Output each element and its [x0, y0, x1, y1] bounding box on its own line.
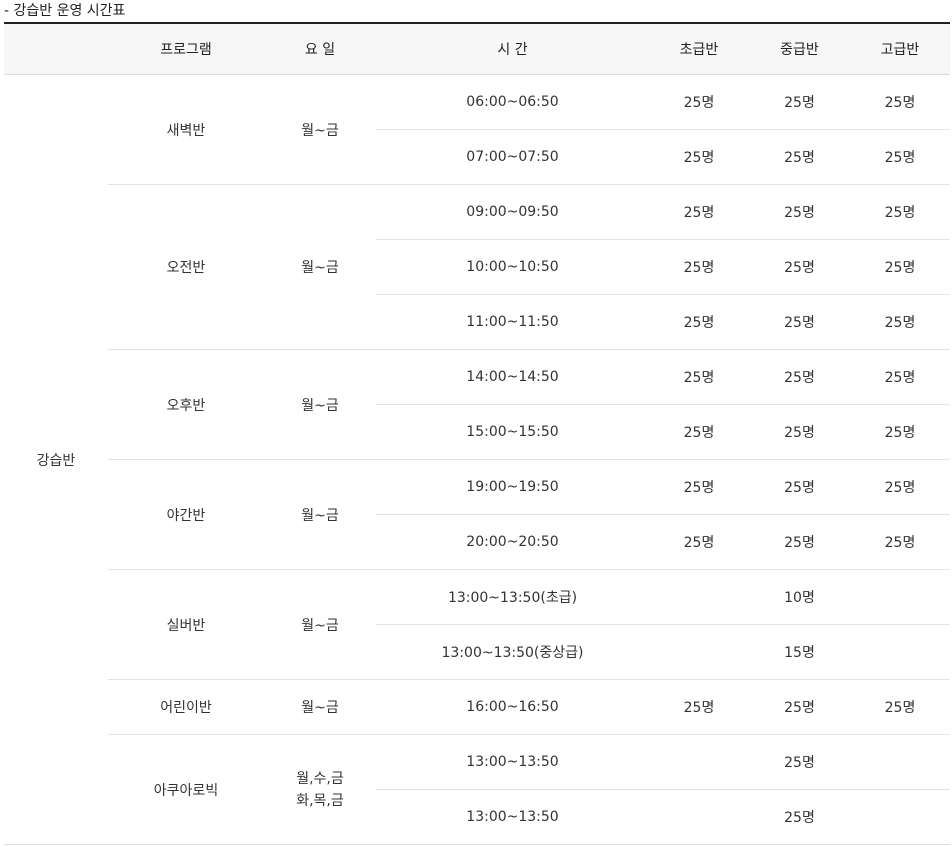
slot-advanced: 25명	[850, 74, 950, 130]
slot-advanced: 25명	[850, 514, 950, 570]
program-name: 오전반	[108, 184, 264, 350]
slot-time: 20:00~20:50	[376, 514, 649, 570]
slot-time: 13:00~13:50	[466, 809, 559, 825]
slot-intermediate: 25명	[749, 74, 850, 130]
program-days: 월~금	[264, 679, 376, 735]
slot-capacity: 10명	[649, 569, 950, 625]
slot-intermediate: 25명	[749, 129, 850, 185]
slot-time: 13:00~13:50(중상급)	[376, 624, 649, 680]
table-row: 야간반 월~금 19:00~19:50 25명 25명 25명	[4, 459, 950, 570]
table-row: 아쿠아로빅 월,수,금화,목,금 13:00~13:50 25명	[4, 734, 950, 809]
program-days: 월~금	[264, 459, 376, 570]
program-days: 월~금	[264, 569, 376, 680]
slot-intermediate: 25명	[749, 404, 850, 460]
slot-beginner: 25명	[649, 294, 749, 350]
slot-time: 13:00~13:50(초급)	[376, 569, 649, 625]
program-days: 월~금	[264, 349, 376, 460]
table-body: 강습반 새벽반 월~금 06:00~06:50 25명 25명 25명 07:0…	[4, 74, 950, 845]
header-row: 프로그램 요 일 시 간 초급반 중급반 고급반	[4, 23, 950, 75]
header-beginner: 초급반	[649, 23, 749, 75]
header-time: 시 간	[376, 23, 649, 75]
slot-advanced: 25명	[850, 239, 950, 295]
slot-beginner: 25명	[649, 74, 749, 130]
slot-advanced: 25명	[850, 459, 950, 515]
header-intermediate: 중급반	[749, 23, 850, 75]
slot-time: 15:00~15:50	[376, 404, 649, 460]
slot-advanced: 25명	[850, 294, 950, 350]
table-row: 실버반 월~금 13:00~13:50(초급) 10명	[4, 569, 950, 680]
table-row: 강습반 새벽반 월~금 06:00~06:50 25명 25명 25명	[4, 74, 950, 469]
slot-advanced: 25명	[850, 129, 950, 185]
slot-time: 06:00~06:50	[376, 74, 649, 130]
program-days: 월,수,금화,목,금	[264, 735, 376, 845]
program-name: 어린이반	[108, 679, 264, 735]
slot-time: 13:00~13:50	[376, 734, 649, 790]
slot-time: 14:00~14:50	[376, 349, 649, 405]
slot-beginner: 25명	[649, 129, 749, 185]
slot-intermediate: 25명	[749, 349, 850, 405]
slot-time: 16:00~16:50	[376, 679, 649, 735]
table-header: 프로그램 요 일 시 간 초급반 중급반 고급반	[4, 23, 950, 75]
slot-intermediate: 25명	[749, 239, 850, 295]
program-name: 아쿠아로빅	[153, 782, 219, 799]
header-days: 요 일	[264, 23, 376, 75]
group-cell: 강습반	[36, 452, 76, 469]
slot-time: 10:00~10:50	[376, 239, 649, 295]
table-row: 오전반 월~금 09:00~09:50 25명 25명 25명	[4, 184, 950, 350]
header-advanced: 고급반	[850, 23, 950, 75]
slot-capacity: 15명	[649, 624, 950, 680]
slot-time: 07:00~07:50	[376, 129, 649, 185]
days-line: 월,수,금	[296, 770, 344, 787]
slot-intermediate: 25명	[749, 679, 850, 735]
table-row: 어린이반 월~금 16:00~16:50 25명 25명 25명	[4, 679, 950, 735]
header-program: 프로그램	[108, 23, 264, 75]
slot-beginner: 25명	[649, 349, 749, 405]
slot-advanced: 25명	[850, 349, 950, 405]
slot-intermediate: 25명	[749, 459, 850, 515]
slot-advanced: 25명	[850, 404, 950, 460]
slot-time: 19:00~19:50	[376, 459, 649, 515]
program-days: 월~금	[264, 74, 376, 185]
program-name: 오후반	[108, 349, 264, 460]
program-name: 야간반	[108, 459, 264, 570]
program-days: 월~금	[264, 184, 376, 350]
days-line: 화,목,금	[296, 792, 344, 809]
schedule-table: 프로그램 요 일 시 간 초급반 중급반 고급반 강습반 새벽반 월~금 06:…	[4, 22, 950, 845]
program-name: 새벽반	[108, 74, 264, 185]
header-group	[4, 23, 108, 75]
slot-time: 11:00~11:50	[376, 294, 649, 350]
slot-beginner: 25명	[649, 239, 749, 295]
slot-capacity: 25명	[649, 734, 950, 790]
table-caption: - 강습반 운영 시간표	[4, 3, 126, 19]
slot-beginner: 25명	[649, 514, 749, 570]
table-row: 오후반 월~금 14:00~14:50 25명 25명 25명	[4, 349, 950, 460]
slot-intermediate: 25명	[749, 184, 850, 240]
slot-intermediate: 25명	[749, 294, 850, 350]
slot-beginner: 25명	[649, 679, 749, 735]
program-name: 실버반	[108, 569, 264, 680]
slot-time: 09:00~09:50	[376, 184, 649, 240]
slot-beginner: 25명	[649, 184, 749, 240]
slot-intermediate: 25명	[749, 514, 850, 570]
slot-advanced: 25명	[850, 679, 950, 735]
slot-beginner: 25명	[649, 404, 749, 460]
slot-advanced: 25명	[850, 184, 950, 240]
slot-beginner: 25명	[649, 459, 749, 515]
slot-capacity: 25명	[784, 810, 815, 826]
